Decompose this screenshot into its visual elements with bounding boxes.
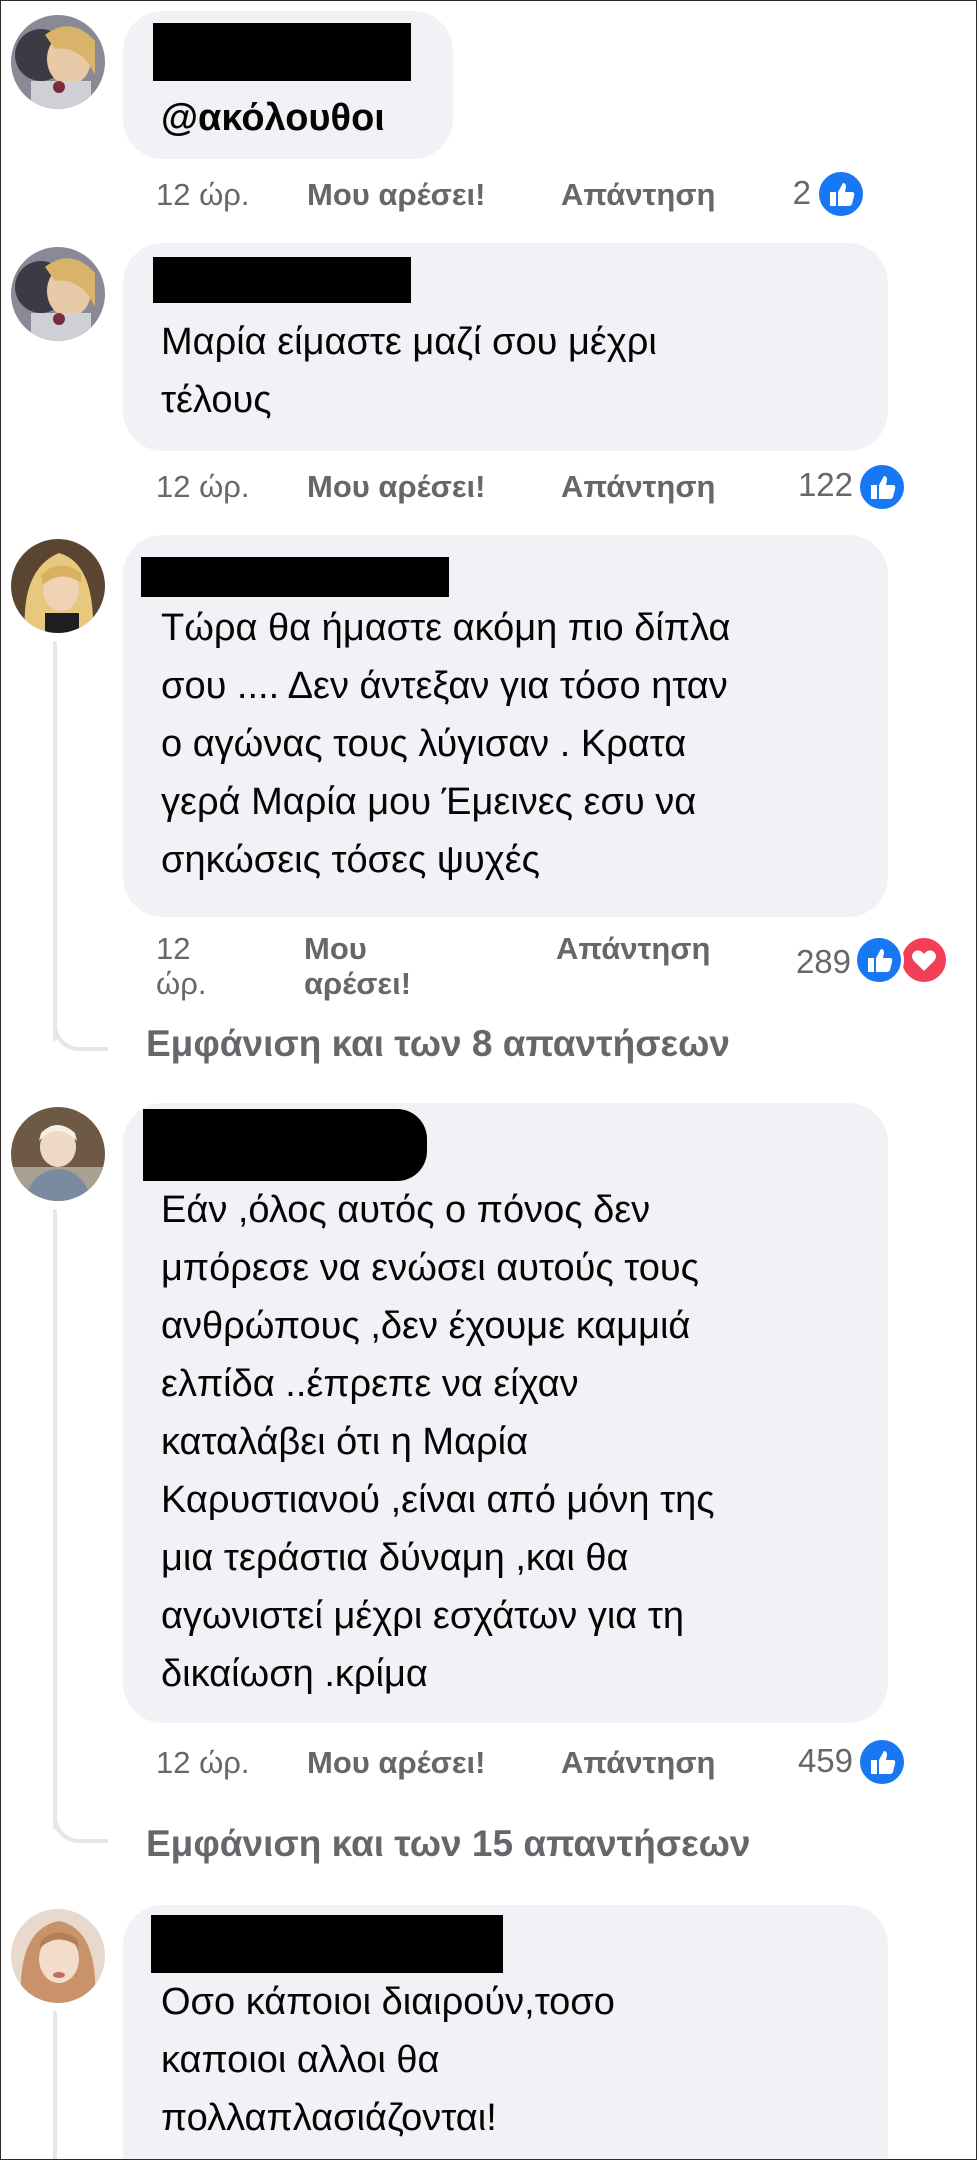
comment-bubble: @ακόλουθοι bbox=[123, 11, 453, 159]
reaction-count[interactable]: 122 bbox=[761, 466, 853, 504]
redacted-author-name bbox=[153, 23, 411, 81]
reply-thread-connector bbox=[53, 1813, 108, 1843]
reply-thread-connector bbox=[53, 1021, 108, 1051]
commenter-avatar[interactable] bbox=[11, 1107, 105, 1201]
comment-timestamp[interactable]: 12 ώρ. bbox=[156, 1745, 250, 1781]
comment-bubble: Εάν ,όλος αυτός ο πόνος δεν μπόρεσε να ε… bbox=[123, 1103, 888, 1723]
reply-button[interactable]: Απάντηση bbox=[561, 177, 715, 213]
commenter-avatar[interactable] bbox=[11, 247, 105, 341]
comment-text: Μαρία είμαστε μαζί σου μέχρι τέλους bbox=[161, 321, 657, 421]
like-button[interactable]: Μου αρέσει! bbox=[307, 177, 486, 213]
comment-text: Τώρα θα ήμαστε ακόμη πιο δίπλα σου .... … bbox=[161, 607, 731, 881]
commenter-avatar[interactable] bbox=[11, 1909, 105, 2003]
commenter-avatar[interactable] bbox=[11, 539, 105, 633]
reaction-count[interactable]: 2 bbox=[761, 174, 811, 212]
like-icon bbox=[857, 462, 907, 512]
comment-timestamp[interactable]: 12 ώρ. bbox=[156, 177, 250, 213]
like-icon bbox=[857, 1737, 907, 1787]
like-button[interactable]: Μου αρέσει! bbox=[307, 1745, 486, 1781]
redacted-author-name bbox=[151, 1915, 503, 1973]
reply-thread-line bbox=[53, 2011, 57, 2159]
view-replies-link[interactable]: Εμφάνιση και των 15 απαντήσεων bbox=[146, 1823, 751, 1865]
comment-timestamp[interactable]: 12 ώρ. bbox=[156, 931, 206, 1001]
love-icon bbox=[899, 935, 949, 985]
reaction-count[interactable]: 289 bbox=[761, 943, 851, 981]
like-button[interactable]: Μου αρέσει! bbox=[304, 931, 411, 1001]
commenter-avatar[interactable] bbox=[11, 15, 105, 109]
comment-text: Οσο κάποιοι διαιρούν,τοσο καποιοι αλλοι … bbox=[161, 1981, 615, 2139]
reply-thread-line bbox=[53, 641, 57, 1041]
reply-button[interactable]: Απάντηση bbox=[561, 1745, 715, 1781]
redacted-author-name bbox=[153, 257, 411, 303]
redacted-author-name bbox=[141, 557, 449, 597]
reply-button[interactable]: Απάντηση bbox=[561, 469, 715, 505]
comment-text[interactable]: @ακόλουθοι bbox=[161, 89, 423, 147]
reply-thread-line bbox=[53, 1209, 57, 1829]
view-replies-link[interactable]: Εμφάνιση και των 8 απαντήσεων bbox=[146, 1023, 730, 1065]
reaction-count[interactable]: 459 bbox=[761, 1742, 853, 1780]
comment-bubble: Τώρα θα ήμαστε ακόμη πιο δίπλα σου .... … bbox=[123, 535, 888, 917]
comment-bubble: Οσο κάποιοι διαιρούν,τοσο καποιοι αλλοι … bbox=[123, 1905, 888, 2159]
like-button[interactable]: Μου αρέσει! bbox=[307, 469, 486, 505]
like-icon bbox=[816, 169, 866, 219]
comments-panel: @ακόλουθοι 12 ώρ. Μου αρέσει! Απάντηση 2… bbox=[0, 0, 977, 2160]
redacted-author-name bbox=[143, 1109, 427, 1181]
like-icon bbox=[854, 935, 904, 985]
comment-text: Εάν ,όλος αυτός ο πόνος δεν μπόρεσε να ε… bbox=[161, 1189, 715, 1695]
comment-bubble: Μαρία είμαστε μαζί σου μέχρι τέλους bbox=[123, 243, 888, 451]
comment-timestamp[interactable]: 12 ώρ. bbox=[156, 469, 250, 505]
reply-button[interactable]: Απάντηση bbox=[556, 931, 710, 967]
